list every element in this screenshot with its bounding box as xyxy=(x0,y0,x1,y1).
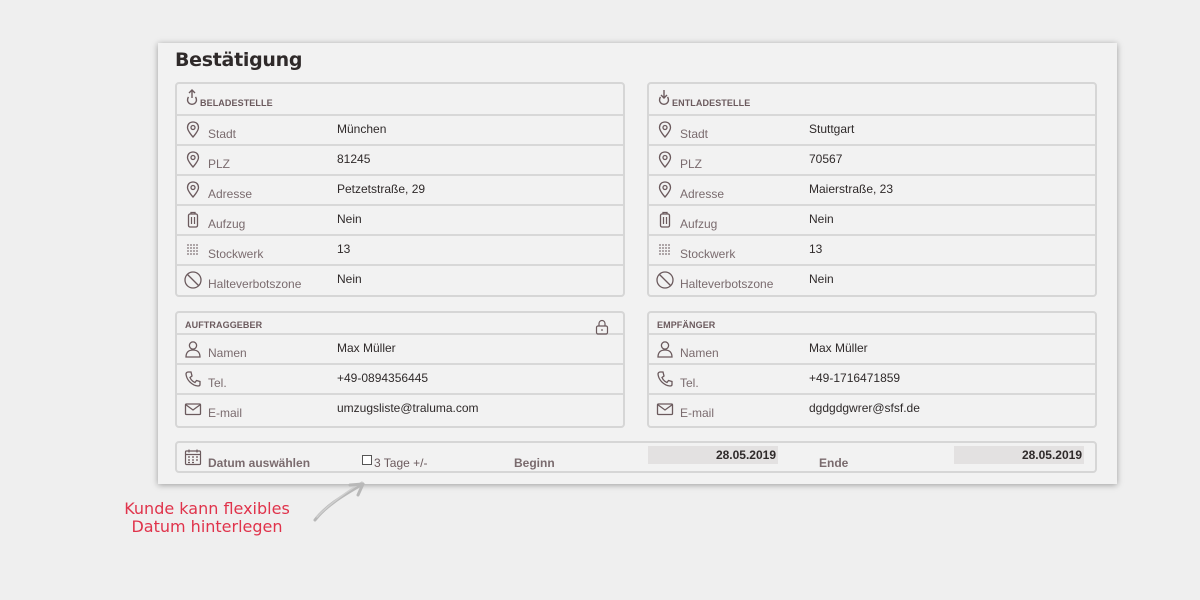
dropoff-pin-icon xyxy=(657,89,671,109)
field-value: 81245 xyxy=(337,152,371,166)
location-pin-icon xyxy=(183,180,203,200)
recipient-row-email: E-mail dgdgdgwrer@sfsf.de xyxy=(649,395,1095,425)
field-value: 13 xyxy=(809,242,823,256)
field-value: dgdgdgwrer@sfsf.de xyxy=(809,401,920,415)
person-icon xyxy=(655,339,675,359)
pickup-row-zip: PLZ 81245 xyxy=(177,146,623,176)
dropoff-row-city: Stadt Stuttgart xyxy=(649,116,1095,146)
field-label: Namen xyxy=(208,346,247,360)
floors-icon xyxy=(655,240,675,260)
client-row-email: E-mail umzugsliste@traluma.com xyxy=(177,395,623,425)
location-pin-icon xyxy=(655,120,675,140)
pickup-header-label: BELADESTELLE xyxy=(200,98,273,108)
begin-date-field[interactable]: 28.05.2019 xyxy=(648,446,778,464)
field-value: Nein xyxy=(809,212,834,226)
field-value: Max Müller xyxy=(337,341,396,355)
field-label: Tel. xyxy=(208,376,227,390)
field-value: Max Müller xyxy=(809,341,868,355)
location-pin-icon xyxy=(183,120,203,140)
elevator-icon xyxy=(655,210,675,230)
field-label: E-mail xyxy=(208,406,243,420)
phone-icon xyxy=(655,369,675,389)
floors-icon xyxy=(183,240,203,260)
field-value: umzugsliste@traluma.com xyxy=(337,401,479,415)
field-label: Adresse xyxy=(208,187,253,201)
dropoff-row-elevator: Aufzug Nein xyxy=(649,206,1095,236)
annotation-line-2: Datum hinterlegen xyxy=(131,517,283,536)
field-value: 13 xyxy=(337,242,351,256)
date-label: Datum auswählen xyxy=(208,456,311,470)
mail-icon xyxy=(655,399,675,419)
lock-icon[interactable] xyxy=(595,319,609,335)
field-value: +49-1716471859 xyxy=(809,371,901,385)
dropoff-row-no-parking: Halteverbotszone Nein xyxy=(649,266,1095,296)
dropoff-header: ENTLADESTELLE xyxy=(649,84,1095,116)
field-label: Stadt xyxy=(680,127,709,141)
dropoff-row-address: Adresse Maierstraße, 23 xyxy=(649,176,1095,206)
pickup-row-no-parking: Halteverbotszone Nein xyxy=(177,266,623,296)
pickup-pin-icon xyxy=(185,89,199,109)
person-icon xyxy=(183,339,203,359)
client-row-name: Namen Max Müller xyxy=(177,335,623,365)
dropoff-header-label: ENTLADESTELLE xyxy=(672,98,751,108)
field-value: Petzetstraße, 29 xyxy=(337,182,426,196)
annotation-line-1: Kunde kann flexibles xyxy=(124,499,290,518)
end-label: Ende xyxy=(819,456,849,470)
field-label: Stockwerk xyxy=(680,247,736,261)
confirmation-card: Bestätigung BELADESTELLE Stadt München P… xyxy=(158,43,1117,484)
field-value: 70567 xyxy=(809,152,843,166)
field-label: Halteverbotszone xyxy=(680,277,774,291)
elevator-icon xyxy=(183,210,203,230)
location-pin-icon xyxy=(183,150,203,170)
recipient-header: EMPFÄNGER xyxy=(649,313,1095,335)
client-header: AUFTRAGGEBER xyxy=(177,313,623,335)
field-label: Stadt xyxy=(208,127,237,141)
field-label: PLZ xyxy=(208,157,231,171)
no-parking-icon xyxy=(655,270,675,290)
phone-icon xyxy=(183,369,203,389)
annotation-text: Kunde kann flexibles Datum hinterlegen xyxy=(112,500,302,536)
field-label: PLZ xyxy=(680,157,703,171)
pickup-row-elevator: Aufzug Nein xyxy=(177,206,623,236)
mail-icon xyxy=(183,399,203,419)
recipient-header-label: EMPFÄNGER xyxy=(657,320,716,330)
pickup-panel: BELADESTELLE Stadt München PLZ 81245 Adr… xyxy=(175,82,625,297)
location-pin-icon xyxy=(655,150,675,170)
dropoff-row-floor: Stockwerk 13 xyxy=(649,236,1095,266)
begin-label: Beginn xyxy=(514,456,555,470)
pickup-row-city: Stadt München xyxy=(177,116,623,146)
field-value: Maierstraße, 23 xyxy=(809,182,894,196)
client-panel: AUFTRAGGEBER Namen Max Müller Tel. +49-0… xyxy=(175,311,625,428)
field-value: Nein xyxy=(337,212,362,226)
field-label: E-mail xyxy=(680,406,715,420)
field-label: Namen xyxy=(680,346,719,360)
annotation-arrow xyxy=(313,481,365,522)
recipient-row-phone: Tel. +49-1716471859 xyxy=(649,365,1095,395)
recipient-row-name: Namen Max Müller xyxy=(649,335,1095,365)
calendar-icon xyxy=(184,448,202,466)
field-label: Stockwerk xyxy=(208,247,264,261)
location-pin-icon xyxy=(655,180,675,200)
dropoff-row-zip: PLZ 70567 xyxy=(649,146,1095,176)
end-date-field[interactable]: 28.05.2019 xyxy=(954,446,1084,464)
field-value: Nein xyxy=(337,272,362,286)
pickup-row-floor: Stockwerk 13 xyxy=(177,236,623,266)
field-label: Halteverbotszone xyxy=(208,277,302,291)
pickup-row-address: Adresse Petzetstraße, 29 xyxy=(177,176,623,206)
page-title: Bestätigung xyxy=(175,49,303,71)
recipient-panel: EMPFÄNGER Namen Max Müller Tel. +49-1716… xyxy=(647,311,1097,428)
field-label: Aufzug xyxy=(680,217,718,231)
dropoff-panel: ENTLADESTELLE Stadt Stuttgart PLZ 70567 … xyxy=(647,82,1097,297)
field-label: Tel. xyxy=(680,376,699,390)
field-value: Stuttgart xyxy=(809,122,855,136)
no-parking-icon xyxy=(183,270,203,290)
client-header-label: AUFTRAGGEBER xyxy=(185,320,263,330)
field-label: Adresse xyxy=(680,187,725,201)
pickup-header: BELADESTELLE xyxy=(177,84,623,116)
field-value: Nein xyxy=(809,272,834,286)
field-value: München xyxy=(337,122,387,136)
field-value: +49-0894356445 xyxy=(337,371,429,385)
client-row-phone: Tel. +49-0894356445 xyxy=(177,365,623,395)
field-label: Aufzug xyxy=(208,217,246,231)
